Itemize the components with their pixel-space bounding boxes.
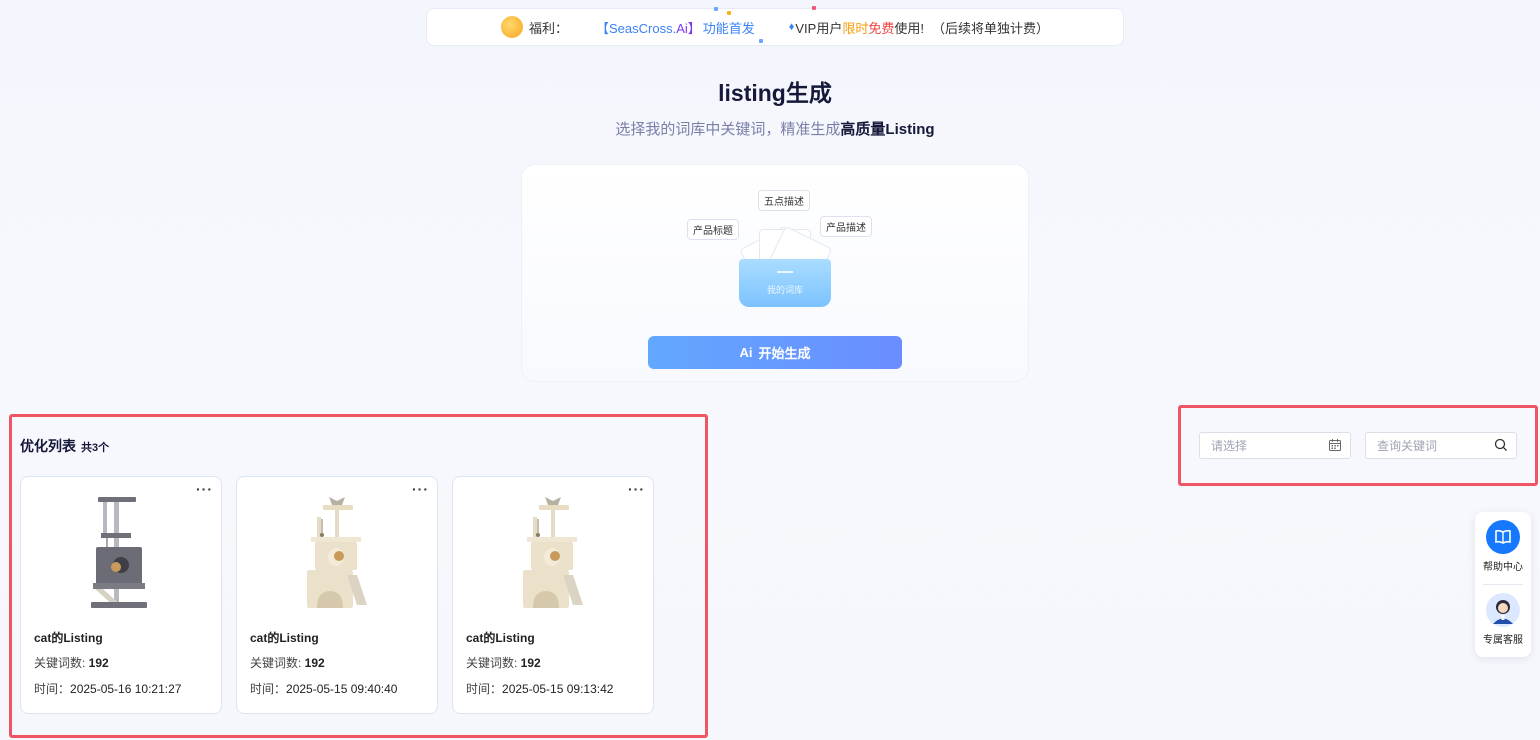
banner-brand: 【SeasCross.Ai】 xyxy=(595,20,701,36)
date-picker[interactable]: 请选择 xyxy=(1199,432,1351,459)
cat-tree-beige-image xyxy=(523,497,583,608)
page-title: listing生成 xyxy=(718,80,832,106)
listing-card[interactable]: ··· cat的Listing 关键词数: 192 时间：2025-05-16 … xyxy=(20,476,222,714)
list-title: 优化列表 xyxy=(20,438,76,454)
tag-five-points: 五点描述 xyxy=(758,190,810,211)
listing-card[interactable]: ··· cat的Listing 关键词数: 192 时间：2025-05-15 … xyxy=(452,476,654,714)
confetti-icon xyxy=(714,7,718,11)
more-options-icon[interactable]: ··· xyxy=(628,481,645,497)
more-options-icon[interactable]: ··· xyxy=(196,481,213,497)
start-generate-button[interactable]: Ai 开始生成 xyxy=(648,336,902,369)
listing-name: cat的Listing xyxy=(250,631,319,645)
listing-keyword-count: 关键词数: 192 xyxy=(466,656,541,670)
listing-time: 时间：2025-05-16 10:21:27 xyxy=(34,682,182,696)
listing-time: 时间：2025-05-15 09:40:40 xyxy=(250,682,398,696)
banner-vip: VIP用户 xyxy=(795,20,843,36)
book-icon xyxy=(1486,520,1520,554)
confetti-icon xyxy=(812,6,816,10)
word-library-folder-icon: 我的词库 xyxy=(739,225,833,307)
banner-feature: 功能首发 xyxy=(702,20,755,36)
listing-card[interactable]: ··· cat的Listing 关键词数: 192 时间：2025-05-15 … xyxy=(236,476,438,714)
banner-use: 使用! xyxy=(894,20,925,36)
listing-name: cat的Listing xyxy=(466,631,535,645)
start-generate-label: 开始生成 xyxy=(758,346,811,361)
generate-panel: 五点描述 产品标题 产品描述 我的词库 Ai 开始生成 xyxy=(521,164,1029,382)
confetti-icon xyxy=(727,11,731,15)
keyword-search-input[interactable]: 查询关键词 xyxy=(1365,432,1517,459)
list-count: 共3个 xyxy=(81,442,110,454)
help-center-button[interactable]: 帮助中心 xyxy=(1475,520,1531,573)
listing-name: cat的Listing xyxy=(34,631,103,645)
more-options-icon[interactable]: ··· xyxy=(412,481,429,497)
banner-note: （后续将单独计费） xyxy=(932,20,1050,36)
cat-tree-gray-image xyxy=(91,497,147,608)
search-icon[interactable] xyxy=(1494,438,1508,452)
date-picker-placeholder: 请选择 xyxy=(1211,439,1248,453)
banner-free: 免费 xyxy=(868,20,895,36)
ai-icon: Ai xyxy=(739,345,753,360)
listing-keyword-count: 关键词数: 192 xyxy=(250,656,325,670)
agent-avatar-icon xyxy=(1486,593,1520,627)
banner-limited: 限时 xyxy=(842,20,869,36)
listing-keyword-count: 关键词数: 192 xyxy=(34,656,109,670)
folder-label: 我的词库 xyxy=(766,285,803,295)
keyword-search-placeholder: 查询关键词 xyxy=(1377,439,1438,453)
cat-tree-beige-image xyxy=(307,497,367,608)
floating-help-menu: 帮助中心 专属客服 xyxy=(1475,512,1531,657)
listing-time: 时间：2025-05-15 09:13:42 xyxy=(466,682,614,696)
promo-banner[interactable]: 福利： 【SeasCross.Ai】 功能首发 ♦ VIP用户 限时 免费 使用… xyxy=(426,6,1124,46)
help-center-label: 帮助中心 xyxy=(1483,562,1523,573)
party-emoji-icon xyxy=(500,16,523,38)
page-subtitle: 选择我的词库中关键词，精准生成高质量Listing xyxy=(615,121,935,138)
customer-service-button[interactable]: 专属客服 xyxy=(1475,593,1531,646)
calendar-icon xyxy=(1329,439,1341,451)
confetti-icon xyxy=(759,39,763,43)
banner-prefix: 福利： xyxy=(528,20,568,36)
vip-star-icon: ♦ xyxy=(788,21,795,33)
tag-product-title: 产品标题 xyxy=(687,219,739,240)
customer-service-label: 专属客服 xyxy=(1483,635,1523,646)
